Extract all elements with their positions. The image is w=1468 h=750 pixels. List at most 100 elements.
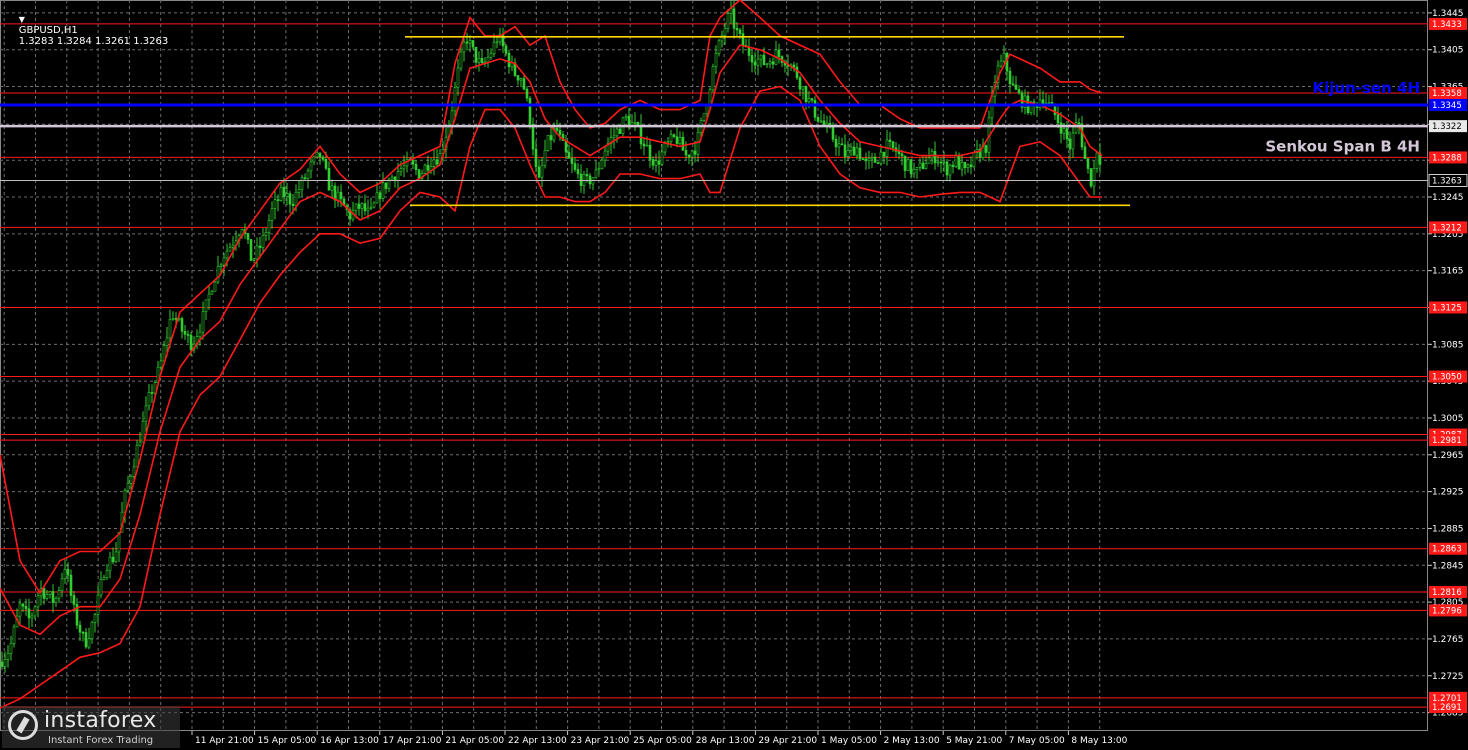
candle-body [1011,83,1015,86]
candle-body [315,152,319,158]
candle-body [798,77,802,90]
symbol-label: GBPUSD,H1 [18,25,78,36]
candle-body [834,139,838,148]
candle-body [102,577,106,580]
candle-body [42,588,46,599]
x-tick-label: 11 Apr 21:00 [195,736,254,746]
candle-body [384,182,388,189]
candle-body [918,162,922,168]
candle-body [375,192,379,204]
candle-body [759,54,763,60]
candle-body [291,203,295,206]
y-tick-label: 1.2765 [1432,635,1464,645]
candle-body [264,232,268,236]
candle-body [465,41,469,44]
candle-body [795,66,799,79]
candle-body [90,621,94,640]
candle-body [495,41,499,44]
candle-body [363,203,367,212]
candle-body [525,88,529,99]
x-tick-label: 21 Apr 05:00 [445,736,504,746]
current-price-label: 1.3263 [1432,176,1462,186]
envelope-lower-line [0,85,1102,709]
candle-body [189,334,193,351]
candle-body [903,155,907,171]
candle-body [297,189,301,193]
candle-body [1083,146,1087,159]
candle-body [30,615,34,619]
y-tick-label: 1.2925 [1432,488,1464,498]
candle-body [693,150,697,155]
candle-body [222,257,226,266]
candle-body [969,164,973,168]
candle-body [597,168,601,171]
candle-body [507,52,511,68]
candle-body [756,58,760,66]
candle-body [831,126,835,140]
candle-body [453,87,457,112]
candle-body [807,98,811,103]
watermark-subtitle: Instant Forex Trading [48,735,154,746]
candle-body [168,319,172,339]
chart-menu-icon[interactable]: ▼ [19,15,25,24]
candle-body [738,29,742,34]
x-tick-label: 17 Apr 21:00 [383,736,442,746]
candle-body [96,594,100,615]
y-tick-label: 1.2885 [1432,524,1464,534]
candle-body [321,156,325,160]
candle-body [249,239,253,261]
candle-body [732,8,736,29]
candle-body [105,570,109,578]
x-tick-label: 25 Apr 05:00 [633,736,692,746]
candle-body [573,163,577,170]
candle-body [858,147,862,160]
candle-body [162,345,166,362]
y-tick-label: 1.3445 [1432,9,1464,19]
candle-body [942,161,946,164]
candle-body [762,54,766,65]
candle-body [255,245,259,260]
candle-body [594,169,598,179]
candle-body [36,595,40,608]
candle-body [603,150,607,161]
candle-body [141,420,145,443]
candle-body [66,568,70,576]
price-chart[interactable]: 1.34451.34051.33651.33241.32851.32451.32… [0,0,1468,750]
candle-body [639,124,643,145]
candle-body [147,392,151,407]
candle-body [813,100,817,118]
candle-body [852,146,856,156]
chart-root[interactable]: 1.34451.34051.33651.33241.32851.32451.32… [0,0,1468,750]
senkou-label: Senkou Span B 4H [1265,137,1420,155]
candle-body [537,166,541,178]
candle-body [801,86,805,90]
candle-body [381,182,385,199]
candle-body [972,152,976,168]
candle-body [435,159,439,165]
candle-body [111,556,115,563]
candle-body [336,191,340,201]
candle-body [846,149,850,157]
candle-body [471,40,475,48]
candle-body [378,192,382,199]
candle-body [354,203,358,212]
candle-body [12,626,16,644]
candle-body [951,164,955,168]
candle-body [24,606,28,610]
candle-body [357,203,361,209]
candle-body [681,136,685,151]
candle-body [615,128,619,137]
kijun-label: Kijun-sen 4H [1313,79,1420,97]
x-tick-label: 8 May 13:00 [1071,736,1127,746]
candle-body [1002,52,1006,62]
x-tick-label: 7 May 05:00 [1009,736,1065,746]
candle-body [123,490,127,513]
candle-body [180,318,184,332]
candle-body [366,207,370,212]
candle-body [717,40,721,54]
candle-body [372,202,376,208]
candle-body [213,281,217,292]
candle-body [690,150,694,158]
candle-body [870,156,874,159]
candle-body [6,653,10,660]
